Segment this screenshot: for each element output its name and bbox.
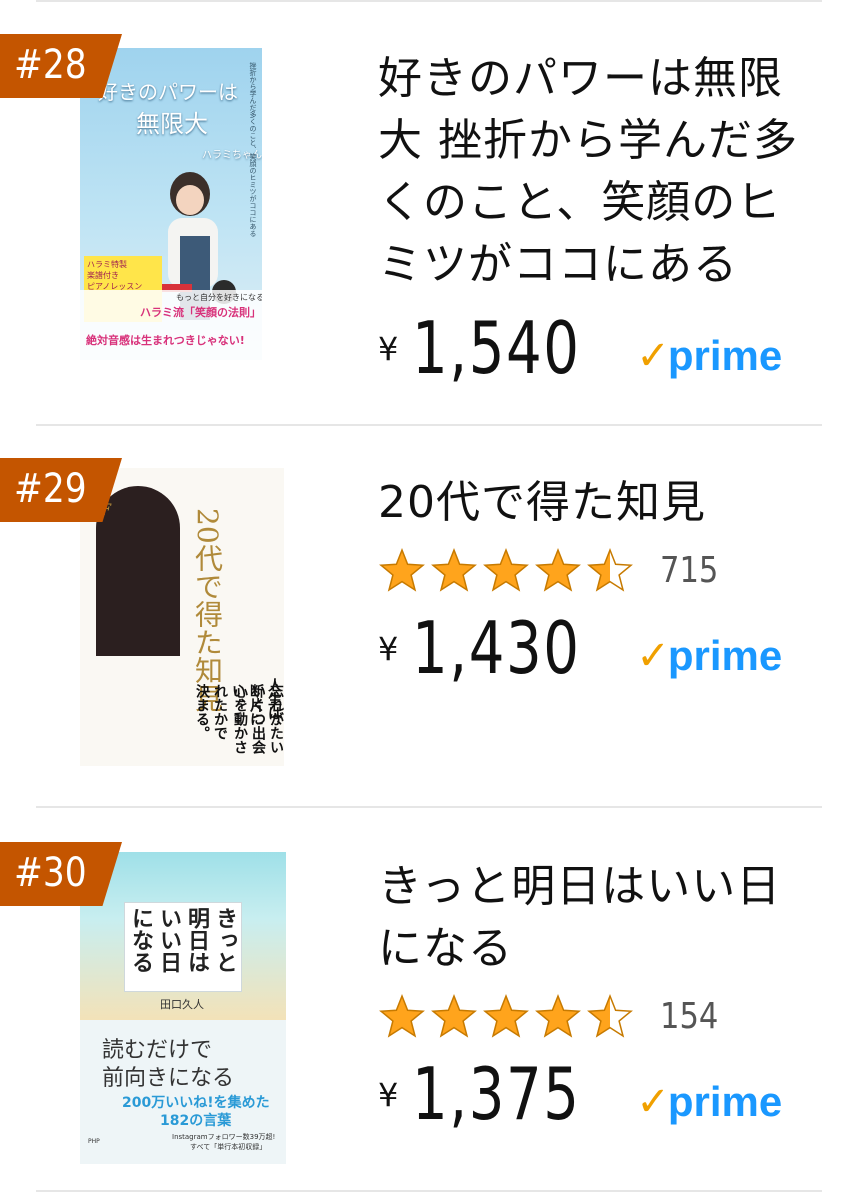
item-info: 好きのパワーは無限 大 挫折から学んだ多 くのこと、笑顔のヒ ミツがココにある …: [378, 48, 818, 390]
review-count[interactable]: 715: [660, 550, 718, 591]
rating-row[interactable]: 715: [378, 544, 818, 596]
title-line: 大 挫折から学んだ多: [378, 115, 798, 166]
currency-symbol: ¥: [378, 330, 399, 368]
star-icon: [379, 993, 425, 1038]
cover-copy: 決まる。: [194, 684, 210, 740]
cover-band-text: 絶対音感は生まれつきじゃない!: [86, 334, 245, 347]
prime-check-icon: ✓: [636, 633, 670, 679]
cover-subtitle: 挫折から学んだ多くのこと、笑顔のヒミツがココにある: [249, 62, 257, 237]
star-rating: [378, 547, 634, 593]
prime-check-icon: ✓: [636, 333, 670, 379]
prime-check-icon: ✓: [636, 1079, 670, 1125]
divider: [36, 0, 822, 2]
prime-label: prime: [667, 1078, 783, 1125]
book-cover-image[interactable]: F 20代で得た知見 人生は、 忘れがたい断片に いくつ出会い、 心を動かされた…: [80, 468, 284, 766]
title-line: 好きのパワーは無限: [378, 53, 783, 104]
price: 1,430: [412, 606, 581, 690]
item-title[interactable]: 20代で得た知見: [378, 472, 818, 534]
divider: [36, 1190, 822, 1192]
review-count[interactable]: 154: [660, 996, 718, 1037]
cover-band-text: ハラミ流「笑顔の法則」: [140, 306, 261, 319]
item-title[interactable]: 好きのパワーは無限 大 挫折から学んだ多 くのこと、笑顔のヒ ミツがココにある: [378, 48, 818, 296]
price: 1,540: [412, 306, 581, 390]
star-icon: [587, 547, 633, 592]
title-line: きっと明日はいい日: [378, 861, 782, 912]
book-cover-image[interactable]: 好きのパワーは 無限大 ハラミちゃん 挫折から学んだ多くのこと、笑顔のヒミツがコ…: [80, 48, 262, 360]
cover-title-col: いい日: [156, 907, 181, 973]
cover-copy: 前向きになる: [102, 1066, 235, 1091]
item-info: 20代で得た知見 715 ¥ 1,430 ✓ prime: [378, 472, 818, 690]
rank-label: #30: [14, 850, 87, 896]
rank-badge: #30: [0, 842, 122, 906]
prime-badge: ✓ prime: [636, 1078, 783, 1125]
cover-copy: すべて「単行本初収録」: [190, 1143, 267, 1151]
cover-copy: 心を動かされたかで: [212, 684, 248, 754]
cover-title-vertical: 20代で得た知見: [191, 508, 224, 712]
cover-band-text: もっと自分を好きになる: [176, 293, 262, 302]
title-line: 20代で得た知見: [378, 477, 706, 528]
item-title[interactable]: きっと明日はいい日 になる: [378, 856, 818, 980]
rank-label: #28: [14, 42, 87, 88]
star-rating: [378, 993, 634, 1039]
price-row: ¥ 1,430 ✓ prime: [378, 606, 818, 690]
divider: [36, 806, 822, 808]
prime-label: prime: [667, 632, 783, 679]
list-item[interactable]: 好きのパワーは 無限大 ハラミちゃん 挫折から学んだ多くのこと、笑顔のヒミツがコ…: [0, 34, 858, 424]
rank-badge: #29: [0, 458, 122, 522]
cover-title-col: 20代で: [191, 508, 224, 600]
list-item[interactable]: F 20代で得た知見 人生は、 忘れがたい断片に いくつ出会い、 心を動かされた…: [0, 458, 858, 808]
prime-badge: ✓ prime: [636, 332, 783, 379]
cover-copy: 182の言葉: [160, 1113, 232, 1129]
cover-title-col: 得た: [191, 599, 224, 656]
title-line: くのこと、笑顔のヒ: [378, 177, 782, 228]
divider: [36, 424, 822, 426]
prime-label: prime: [667, 332, 783, 379]
title-line: ミツがココにある: [378, 239, 738, 290]
cover-title: 無限大: [136, 110, 208, 138]
cover-band: もっと自分を好きになる ハラミ流「笑顔の法則」 絶対音感は生まれつきじゃない!: [80, 290, 262, 360]
cover-title-col: きっと: [212, 907, 237, 973]
cover-copy: 200万いいね!を集めた: [122, 1095, 270, 1111]
star-icon: [483, 993, 529, 1038]
rank-badge: #28: [0, 34, 122, 98]
list-item[interactable]: きっと 明日は いい日 になる 田口久人 読むだけで 前向きになる 200万いい…: [0, 842, 858, 1192]
star-icon: [587, 993, 633, 1038]
title-line: になる: [378, 923, 513, 974]
prime-badge: ✓ prime: [636, 632, 783, 679]
star-icon: [483, 547, 529, 592]
price-row: ¥ 1,375 ✓ prime: [378, 1052, 818, 1136]
cover-publisher: PHP: [88, 1138, 100, 1145]
star-icon: [535, 993, 581, 1038]
book-cover-image[interactable]: きっと 明日は いい日 になる 田口久人 読むだけで 前向きになる 200万いい…: [80, 852, 286, 1164]
rank-label: #29: [14, 466, 87, 512]
currency-symbol: ¥: [378, 630, 399, 668]
price-row: ¥ 1,540 ✓ prime: [378, 306, 818, 390]
star-icon: [379, 547, 425, 592]
cover-title-col: になる: [128, 907, 153, 973]
cover-author: 田口久人: [160, 998, 204, 1011]
star-icon: [431, 547, 477, 592]
cover-copy: Instagramフォロワー数39万超!: [172, 1133, 276, 1141]
currency-symbol: ¥: [378, 1076, 399, 1114]
cover-title-col: 明日は: [184, 907, 209, 973]
cover-title-box: きっと 明日は いい日 になる: [124, 902, 242, 992]
cover-title: 好きのパワーは: [98, 80, 238, 104]
rating-row[interactable]: 154: [378, 990, 818, 1042]
item-info: きっと明日はいい日 になる 154 ¥ 1,375 ✓ prime: [378, 856, 818, 1136]
star-icon: [431, 993, 477, 1038]
star-icon: [535, 547, 581, 592]
price: 1,375: [412, 1052, 581, 1136]
